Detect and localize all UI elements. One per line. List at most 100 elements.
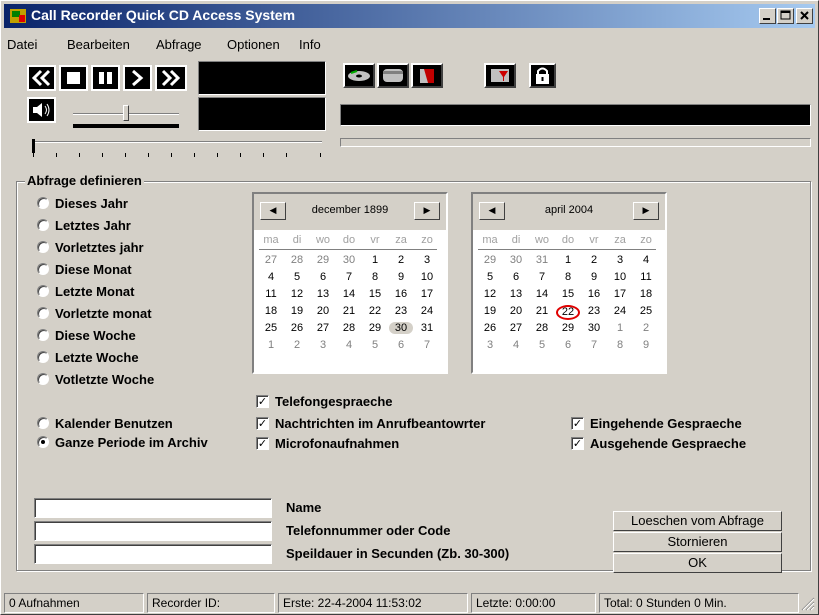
calendar-day[interactable]: 6 <box>556 339 580 351</box>
fast-forward-button[interactable] <box>155 65 187 91</box>
calendar-day[interactable]: 27 <box>259 254 283 266</box>
calendar-day[interactable]: 16 <box>582 288 606 300</box>
calendar-day[interactable]: 8 <box>363 271 387 283</box>
calendar-day[interactable]: 6 <box>389 339 413 351</box>
calendar-day[interactable]: 8 <box>556 271 580 283</box>
calendar-day[interactable]: 2 <box>285 339 309 351</box>
calendar-day[interactable]: 5 <box>530 339 554 351</box>
calendar-day[interactable]: 3 <box>608 254 632 266</box>
calendar-day[interactable]: 3 <box>311 339 335 351</box>
calendar-day[interactable]: 11 <box>634 271 658 283</box>
calendar-day[interactable]: 30 <box>337 254 361 266</box>
cd-tray-button[interactable] <box>343 63 375 88</box>
radio-circle[interactable] <box>37 329 49 341</box>
radio-letzte-woche[interactable]: Letzte Woche <box>37 348 139 366</box>
calendar-day[interactable]: 13 <box>504 288 528 300</box>
calendar-day[interactable]: 22 <box>556 305 580 320</box>
calendar-day[interactable]: 6 <box>311 271 335 283</box>
calendar-day[interactable]: 30 <box>504 254 528 266</box>
radio-diese-woche[interactable]: Diese Woche <box>37 326 136 344</box>
duration-field[interactable] <box>34 544 272 564</box>
checkbox-box[interactable]: ✓ <box>571 436 584 450</box>
resize-grip-icon[interactable] <box>801 597 815 611</box>
radio-vorletzte-monat[interactable]: Vorletzte monat <box>37 304 152 322</box>
calendar-day[interactable]: 17 <box>415 288 439 300</box>
menu-bearbeiten[interactable]: Bearbeiten <box>67 37 130 52</box>
pause-button[interactable] <box>91 65 120 91</box>
calendar-day[interactable]: 21 <box>530 305 554 317</box>
calendar-day[interactable]: 1 <box>259 339 283 351</box>
calendar-day[interactable]: 24 <box>608 305 632 317</box>
calendar-day[interactable]: 5 <box>285 271 309 283</box>
calendar-day[interactable]: 20 <box>311 305 335 317</box>
checkbox-nachrichten[interactable]: ✓ Nachtrichten im Anrufbeantowrter <box>256 414 485 432</box>
radio-diese-monat[interactable]: Diese Monat <box>37 260 132 278</box>
calendar-day[interactable]: 4 <box>259 271 283 283</box>
calendar-day[interactable]: 25 <box>259 322 283 334</box>
checkbox-box[interactable]: ✓ <box>256 436 269 450</box>
calendar-day[interactable]: 6 <box>504 271 528 283</box>
menu-info[interactable]: Info <box>299 37 321 52</box>
calendar-day[interactable]: 4 <box>504 339 528 351</box>
stop-button[interactable] <box>59 65 88 91</box>
calendar-day[interactable]: 5 <box>478 271 502 283</box>
archive-button[interactable] <box>411 63 443 88</box>
calendar-day[interactable]: 29 <box>556 322 580 334</box>
calendar-day[interactable]: 21 <box>337 305 361 317</box>
calendar-day[interactable]: 14 <box>530 288 554 300</box>
calendar-start[interactable]: ◀ december 1899 ▶ ma di wo do vr za zo 27 28 29 30… <box>252 192 448 374</box>
volume-slider[interactable] <box>73 105 181 131</box>
radio-circle[interactable] <box>37 436 49 448</box>
calendar-day[interactable]: 17 <box>608 288 632 300</box>
radio-circle[interactable] <box>37 263 49 275</box>
radio-circle[interactable] <box>37 307 49 319</box>
radio-kalender-benutzen[interactable]: Kalender Benutzen <box>37 414 173 432</box>
calendar-day[interactable]: 1 <box>363 254 387 266</box>
checkbox-telefongespraeche[interactable]: ✓ Telefongespraeche <box>256 392 393 410</box>
calendar-day[interactable]: 9 <box>582 271 606 283</box>
position-slider-thumb[interactable] <box>32 139 35 153</box>
rewind-button[interactable] <box>27 65 56 91</box>
calendar-day[interactable]: 2 <box>634 322 658 334</box>
radio-ganze-periode[interactable]: Ganze Periode im Archiv <box>37 433 208 451</box>
calendar-day[interactable]: 18 <box>634 288 658 300</box>
calendar-day[interactable]: 23 <box>582 305 606 317</box>
calendar-day[interactable]: 7 <box>415 339 439 351</box>
calendar-day[interactable]: 2 <box>582 254 606 266</box>
lock-button[interactable] <box>529 63 556 88</box>
calendar-day[interactable]: 18 <box>259 305 283 317</box>
radio-circle[interactable] <box>37 417 49 429</box>
close-button[interactable] <box>796 8 813 24</box>
calendar-day[interactable]: 15 <box>556 288 580 300</box>
radio-circle[interactable] <box>37 219 49 231</box>
calendar-day[interactable]: 14 <box>337 288 361 300</box>
calendar-day[interactable]: 31 <box>415 322 439 334</box>
checkbox-ausgehende[interactable]: ✓ Ausgehende Gespraeche <box>571 434 746 452</box>
position-slider[interactable] <box>32 139 324 161</box>
calendar-day[interactable]: 30 <box>389 322 413 334</box>
calendar-next-button[interactable]: ▶ <box>414 202 440 220</box>
calendar-day[interactable]: 15 <box>363 288 387 300</box>
calendar-day[interactable]: 29 <box>478 254 502 266</box>
calendar-day[interactable]: 9 <box>634 339 658 351</box>
radio-letztes-jahr[interactable]: Letztes Jahr <box>37 216 131 234</box>
volume-button[interactable] <box>27 97 56 123</box>
disk-button[interactable] <box>377 63 409 88</box>
calendar-day[interactable]: 26 <box>478 322 502 334</box>
calendar-day[interactable]: 20 <box>504 305 528 317</box>
checkbox-box[interactable]: ✓ <box>256 394 269 408</box>
calendar-day[interactable]: 1 <box>608 322 632 334</box>
menu-abfrage[interactable]: Abfrage <box>156 37 202 52</box>
radio-letzte-monat[interactable]: Letzte Monat <box>37 282 134 300</box>
calendar-day[interactable]: 11 <box>259 288 283 300</box>
calendar-day[interactable]: 5 <box>363 339 387 351</box>
radio-vorletztes-jahr[interactable]: Vorletztes jahr <box>37 238 144 256</box>
calendar-day[interactable]: 19 <box>478 305 502 317</box>
radio-circle[interactable] <box>37 351 49 363</box>
radio-votletzte-woche[interactable]: Votletzte Woche <box>37 370 154 388</box>
phone-field[interactable] <box>34 521 272 541</box>
radio-circle[interactable] <box>37 373 49 385</box>
calendar-day[interactable]: 22 <box>363 305 387 317</box>
calendar-day[interactable]: 4 <box>337 339 361 351</box>
play-button[interactable] <box>123 65 152 91</box>
